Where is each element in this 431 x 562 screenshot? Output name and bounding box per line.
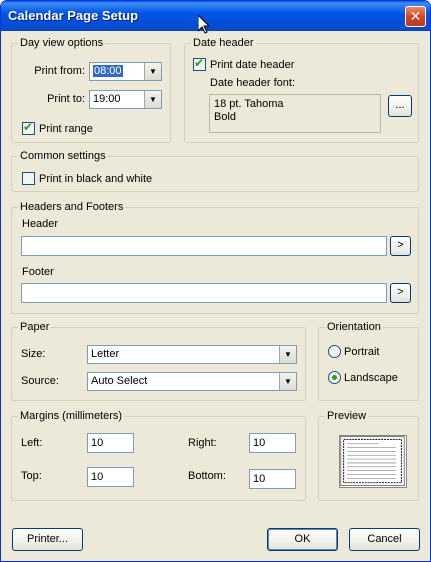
common-settings-group: Common settings (11, 150, 419, 192)
paper-source-combo[interactable]: Auto Select ▼ (87, 372, 297, 391)
choose-font-button[interactable]: ... (388, 95, 412, 117)
headers-footers-legend: Headers and Footers (20, 201, 124, 213)
print-from-combo[interactable]: 08:00 ▼ (89, 62, 162, 81)
chevron-down-icon[interactable]: ▼ (144, 91, 161, 108)
font-line-1: 18 pt. Tahoma (214, 98, 284, 110)
paper-size-value: Letter (91, 348, 120, 360)
print-range-label[interactable]: Print range (39, 123, 93, 135)
margin-bottom-input[interactable]: 10 (249, 469, 296, 489)
radio-selected-dot (332, 375, 337, 380)
margin-left-value: 10 (91, 437, 104, 449)
print-black-white-checkbox[interactable] (22, 172, 35, 185)
checkmark-icon: ✔ (194, 56, 205, 70)
print-date-header-label[interactable]: Print date header (210, 59, 294, 71)
margin-left-input[interactable]: 10 (87, 433, 134, 453)
margin-right-input[interactable]: 10 (249, 433, 296, 453)
margins-legend: Margins (millimeters) (20, 410, 123, 422)
margin-top-label: Top: (21, 470, 42, 482)
header-insert-button[interactable]: > (390, 236, 411, 256)
chevron-down-icon[interactable]: ▼ (279, 346, 296, 363)
header-label: Header (22, 218, 59, 230)
choose-font-button-label: ... (395, 99, 405, 111)
margin-right-label: Right: (188, 437, 217, 449)
margin-top-value: 10 (91, 471, 104, 483)
title-bar[interactable]: Calendar Page Setup ✕ (1, 1, 430, 31)
margin-top-input[interactable]: 10 (87, 467, 134, 487)
paper-size-label: Size: (21, 348, 46, 360)
printer-button-label: Printer... (27, 533, 68, 545)
print-to-label: Print to: (47, 93, 85, 105)
calendar-page-setup-dialog: Calendar Page Setup ✕ Day view options P… (0, 0, 431, 562)
landscape-radio[interactable] (328, 371, 341, 384)
print-to-combo[interactable]: 19:00 ▼ (89, 90, 162, 109)
chevron-down-icon[interactable]: ▼ (144, 63, 161, 80)
print-date-header-checkbox[interactable]: ✔ (193, 56, 206, 71)
portrait-radio[interactable] (328, 345, 341, 358)
common-settings-legend: Common settings (20, 150, 106, 162)
print-black-white-label[interactable]: Print in black and white (39, 173, 152, 185)
footer-label: Footer (22, 266, 54, 278)
cancel-button[interactable]: Cancel (349, 528, 420, 551)
page-preview-image (339, 435, 407, 488)
paper-source-label: Source: (21, 375, 59, 387)
date-header-font-display: 18 pt. Tahoma Bold (209, 94, 381, 133)
font-line-2: Bold (214, 111, 237, 123)
close-button[interactable]: ✕ (405, 6, 426, 27)
print-to-value: 19:00 (93, 93, 121, 105)
margin-bottom-label: Bottom: (188, 470, 226, 482)
margin-left-label: Left: (21, 437, 43, 449)
cancel-button-label: Cancel (367, 533, 402, 545)
landscape-label[interactable]: Landscape (344, 372, 398, 384)
portrait-label[interactable]: Portrait (344, 346, 379, 358)
mouse-cursor-icon (198, 15, 210, 34)
chevron-right-icon: > (397, 286, 404, 298)
paper-source-value: Auto Select (91, 375, 148, 387)
date-header-font-label: Date header font: (210, 77, 296, 89)
printer-button[interactable]: Printer... (12, 528, 83, 551)
orientation-group: Orientation (318, 321, 419, 401)
ok-button[interactable]: OK (267, 528, 338, 551)
print-from-value: 08:00 (93, 65, 123, 77)
chevron-right-icon: > (397, 239, 404, 251)
date-header-legend: Date header (193, 37, 254, 49)
margin-right-value: 10 (253, 437, 266, 449)
print-range-checkbox[interactable]: ✔ (22, 120, 35, 135)
ok-button-label: OK (294, 533, 311, 545)
checkmark-icon: ✔ (23, 120, 34, 134)
margin-bottom-value: 10 (253, 473, 266, 485)
chevron-down-icon[interactable]: ▼ (279, 373, 296, 390)
print-from-label: Print from: (34, 65, 85, 77)
footer-input[interactable] (21, 283, 387, 303)
footer-insert-button[interactable]: > (390, 283, 411, 303)
orientation-legend: Orientation (327, 321, 381, 333)
paper-size-combo[interactable]: Letter ▼ (87, 345, 297, 364)
close-icon: ✕ (409, 8, 422, 24)
paper-legend: Paper (20, 321, 50, 333)
day-view-options-legend: Day view options (20, 37, 104, 49)
window-title: Calendar Page Setup (8, 8, 139, 23)
header-input[interactable] (21, 236, 387, 256)
preview-legend: Preview (327, 410, 367, 422)
